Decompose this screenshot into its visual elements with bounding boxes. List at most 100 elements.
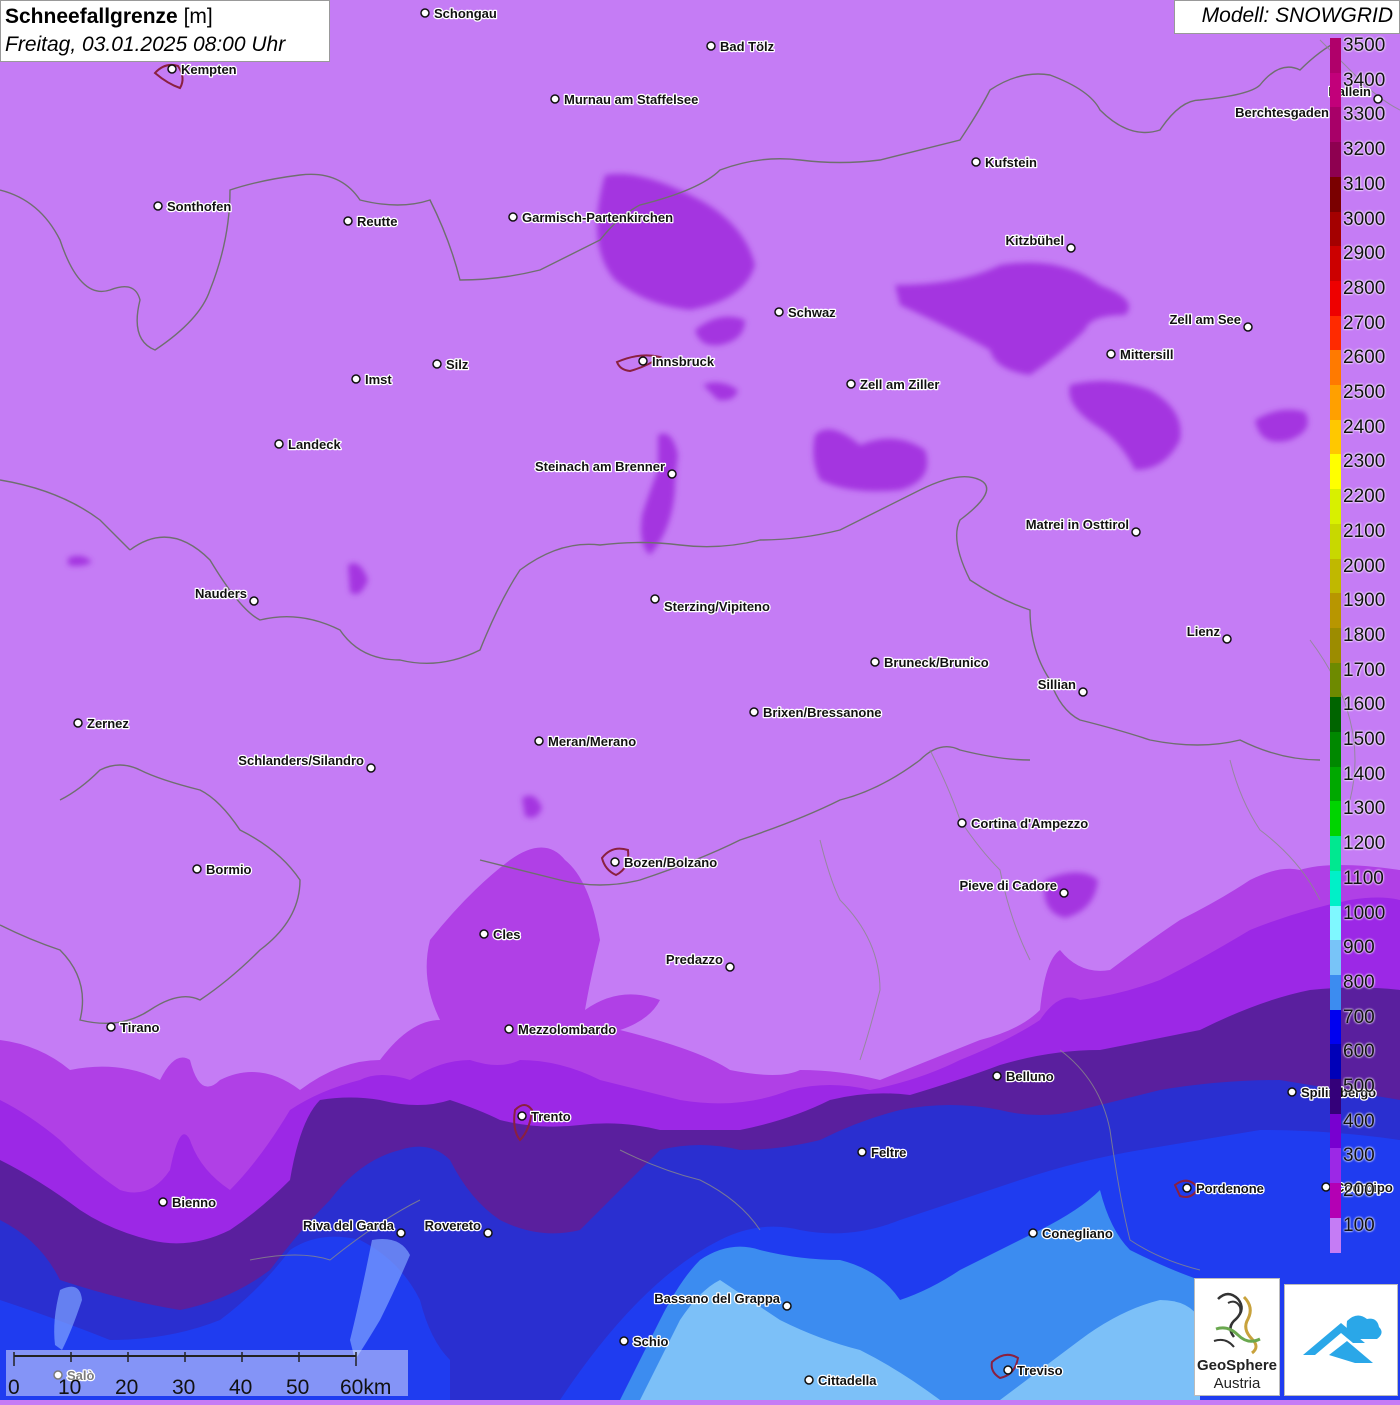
city-marker[interactable]: Zell am Ziller [846,376,941,393]
legend-swatch [1330,176,1341,212]
city-label: Innsbruck [652,354,715,369]
city-label: Brixen/Bressanone [763,705,882,720]
city-dot-icon [870,657,880,667]
legend-swatch [1330,454,1341,490]
snow-app-icon [1303,1315,1382,1363]
map-title-box: Schneefallgrenze [m] Freitag, 03.01.2025… [0,0,330,62]
legend-label: 3200 [1343,139,1386,161]
legend-label: 300 [1343,1145,1375,1167]
city-marker[interactable]: Garmisch-Partenkirchen [508,209,674,226]
city-label: Mezzolombardo [518,1022,616,1037]
scale-tick-label: 60km [340,1376,392,1399]
city-dot-icon [249,596,259,606]
city-label: Lienz [1187,624,1221,639]
city-marker[interactable]: Brixen/Bressanone [749,704,883,721]
legend-label: 2900 [1343,243,1386,265]
city-dot-icon [366,763,376,773]
legend-swatch [1330,766,1341,802]
map-datetime: Freitag, 03.01.2025 08:00 Uhr [5,33,286,56]
snowfall-map[interactable]: Schongau Bad Tölz Kempten Murnau am Staffel… [0,0,1400,1400]
city-marker[interactable]: Pordenone [1182,1180,1265,1197]
legend-label: 1200 [1343,833,1386,855]
scale-tick-label: 40 [229,1376,253,1399]
legend-swatch [1330,107,1341,143]
legend-label: 2000 [1343,555,1386,577]
city-marker[interactable]: Mezzolombardo [504,1021,618,1038]
legend-swatch [1330,315,1341,351]
legend-swatch [1330,697,1341,733]
city-label: Predazzo [666,952,723,967]
city-label: Feltre [871,1145,906,1160]
legend-label: 2800 [1343,277,1386,299]
city-dot-icon [846,379,856,389]
city-dot-icon [479,929,489,939]
city-dot-icon [73,718,83,728]
legend-label: 1100 [1343,867,1384,889]
city-label: Zernez [87,716,129,731]
city-label: Trento [531,1109,571,1124]
city-marker[interactable]: Bozen/Bolzano [610,854,718,871]
city-label: Bienno [172,1195,216,1210]
city-label: Kufstein [985,155,1037,170]
legend-swatch [1330,211,1341,247]
legend-swatch [1330,246,1341,282]
city-label: Schongau [434,6,497,21]
legend-swatch [1330,732,1341,768]
city-dot-icon [992,1071,1002,1081]
scalebar: 0 10 20 30 40 50 60km [6,1350,408,1399]
city-dot-icon [396,1228,406,1238]
city-dot-icon [1078,687,1088,697]
city-marker[interactable]: Meran/Merano [534,733,637,750]
map-canvas[interactable]: Schongau Bad Tölz Kempten Murnau am Staffel… [0,0,1400,1400]
model-label: Modell: SNOWGRID [1174,0,1400,34]
city-dot-icon [749,707,759,717]
legend-label: 1700 [1343,659,1386,681]
legend-swatch [1330,1113,1341,1149]
scale-tick-label: 10 [58,1376,82,1399]
legend-label: 3300 [1343,104,1386,126]
legend-swatch [1330,836,1341,872]
city-dot-icon [158,1197,168,1207]
city-dot-icon [638,356,648,366]
city-dot-icon [483,1228,493,1238]
legend-label: 2400 [1343,416,1386,438]
scale-tick-label: 0 [8,1376,20,1399]
geosphere-emblem-icon [1213,1292,1261,1355]
legend-label: 800 [1343,971,1375,993]
legend-label: 3100 [1343,173,1386,195]
city-label: Silz [446,357,469,372]
legend-label: 2100 [1343,520,1386,542]
city-dot-icon [1182,1183,1192,1193]
city-dot-icon [957,818,967,828]
scale-tick-label: 20 [115,1376,139,1399]
city-dot-icon [782,1301,792,1311]
title-bold: Schneefallgrenze [5,5,178,28]
legend-label: 3500 [1343,35,1386,56]
city-label: Sillian [1038,677,1076,692]
city-dot-icon [804,1375,814,1385]
scale-tick-label: 30 [172,1376,196,1399]
city-dot-icon [1243,322,1253,332]
city-label: Imst [365,372,392,387]
city-marker[interactable]: Murnau am Staffelsee [550,91,700,108]
city-marker[interactable]: Cortina d'Ampezzo [957,815,1090,832]
city-label: Berchtesgaden [1235,105,1329,120]
city-dot-icon [192,864,202,874]
city-label: Nauders [195,586,247,601]
city-label: Murnau am Staffelsee [564,92,698,107]
title-unit: [m] [183,5,213,28]
city-marker[interactable]: Bruneck/Brunico [870,654,990,671]
city-dot-icon [725,962,735,972]
city-dot-icon [534,736,544,746]
legend-swatch [1330,1183,1341,1219]
legend-label: 2300 [1343,451,1386,473]
city-dot-icon [343,216,353,226]
city-label: Cittadella [818,1373,877,1388]
map-title: Schneefallgrenze [m] [5,3,325,31]
legend-swatch [1330,38,1341,74]
city-dot-icon [1003,1365,1013,1375]
city-label: Mittersill [1120,347,1173,362]
city-dot-icon [504,1024,514,1034]
city-marker[interactable]: Conegliano [1028,1225,1114,1242]
legend-swatch [1330,974,1341,1011]
